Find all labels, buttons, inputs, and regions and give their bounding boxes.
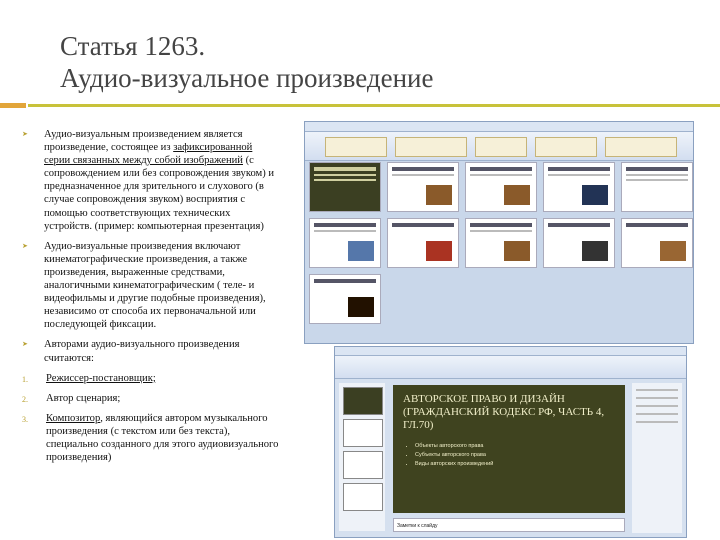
bullet-authors: ➤ Авторами аудио-визуального произведени…	[22, 339, 240, 364]
slide-bullet-list: Объекты авторского права Субъекты авторс…	[403, 442, 615, 469]
notes-pane: Заметки к слайду	[393, 518, 625, 532]
slide-thumbnail	[621, 218, 693, 268]
slide-thumbnail	[543, 162, 615, 212]
slide-thumbnail	[543, 218, 615, 268]
slide-title: АВТОРСКОЕ ПРАВО И ДИЗАЙН (ГРАЖДАНСКИЙ КО…	[403, 393, 605, 431]
slide-canvas: АВТОРСКОЕ ПРАВО И ДИЗАЙН (ГРАЖДАНСКИЙ КО…	[393, 385, 625, 513]
ribbon-toolbar	[305, 132, 693, 161]
slide-thumbnail	[465, 218, 537, 268]
slide-editor-screenshot: АВТОРСКОЕ ПРАВО И ДИЗАЙН (ГРАЖДАНСКИЙ КО…	[334, 346, 687, 538]
task-pane	[632, 383, 682, 533]
title-divider	[0, 103, 720, 108]
bullet-definition: ➤ Аудио-визуальным произведением являетс…	[22, 129, 275, 232]
bullet-arrow-icon: ➤	[22, 130, 28, 138]
ribbon-toolbar	[335, 356, 686, 379]
page-title: Статья 1263. Аудио-визуальное произведен…	[60, 30, 660, 94]
slide-thumbnail	[387, 218, 459, 268]
slide-thumbnail	[309, 162, 381, 212]
title-line-1: Статья 1263.	[60, 31, 206, 61]
list-item-director: 1. Режиссер-постановщик;	[22, 372, 156, 384]
window-titlebar	[335, 347, 686, 356]
bullet-arrow-icon: ➤	[22, 340, 28, 349]
list-item-composer: 3. Композитор, являющийся автором музыка…	[22, 412, 279, 464]
slide-thumbnail	[621, 162, 693, 212]
title-line-2: Аудио-визуальное произведение	[60, 63, 434, 93]
slides-panel	[339, 383, 385, 531]
slide-thumbnail	[465, 162, 537, 212]
slide-thumbnail	[309, 218, 381, 268]
slide-sorter-screenshot	[304, 121, 694, 344]
text-content: ➤ Аудио-визуальным произведением являетс…	[22, 128, 280, 471]
bullet-arrow-icon: ➤	[22, 241, 28, 250]
bullet-includes: ➤ Аудио-визуальные произведения включают…	[22, 240, 266, 331]
slide-thumbnail	[309, 274, 381, 324]
list-item-screenwriter: 2. Автор сценария;	[22, 392, 121, 404]
window-titlebar	[305, 122, 693, 132]
slide-thumbnail	[387, 162, 459, 212]
